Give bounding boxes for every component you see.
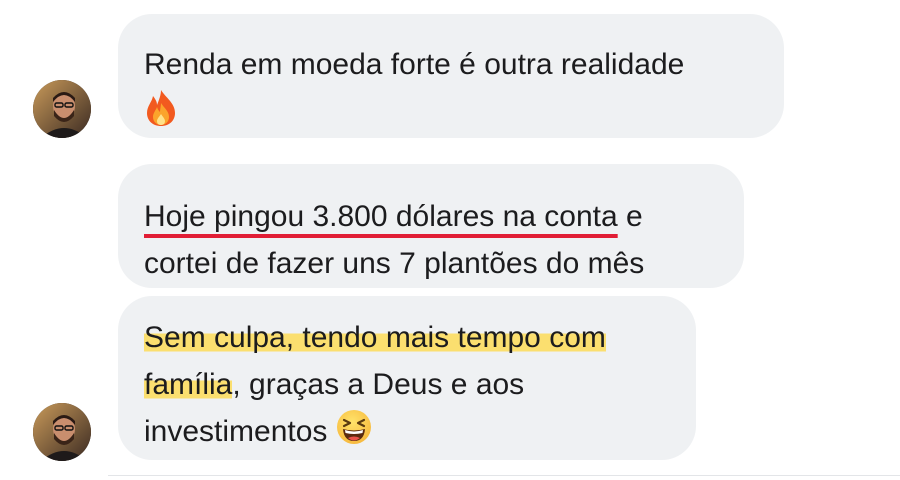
message-bubble[interactable]: Hoje pingou 3.800 dólares na conta e cor… [118, 164, 744, 288]
laughing-face-emoji [336, 409, 371, 447]
message-text: Hoje pingou 3.800 dólares na conta e [144, 193, 744, 240]
message-text: investimentos [144, 408, 696, 455]
highlighted-text: Sem culpa, tendo mais tempo com [144, 321, 606, 354]
highlighted-text: família [144, 368, 233, 401]
chat-thread: Renda em moeda forte é outra realidade H… [0, 0, 900, 480]
fire-emoji [144, 89, 178, 127]
underlined-text: Hoje pingou 3.800 dólares na conta [144, 200, 618, 233]
avatar[interactable] [33, 403, 91, 461]
message-text-continued: e [617, 200, 643, 233]
avatar[interactable] [33, 80, 91, 138]
message-text-final: investimentos [144, 415, 328, 448]
divider [108, 475, 900, 476]
message-text: cortei de fazer uns 7 plantões do mês [144, 247, 645, 280]
message-bubble[interactable]: Renda em moeda forte é outra realidade [118, 14, 784, 138]
message-text-continued: , graças a Deus e aos [232, 368, 525, 401]
message-bubble[interactable]: Sem culpa, tendo mais tempo com família,… [118, 296, 696, 460]
message-text: Sem culpa, tendo mais tempo com [144, 314, 696, 361]
message-text: Renda em moeda forte é outra realidade [144, 48, 685, 81]
message-text: família, graças a Deus e aos [144, 361, 696, 408]
